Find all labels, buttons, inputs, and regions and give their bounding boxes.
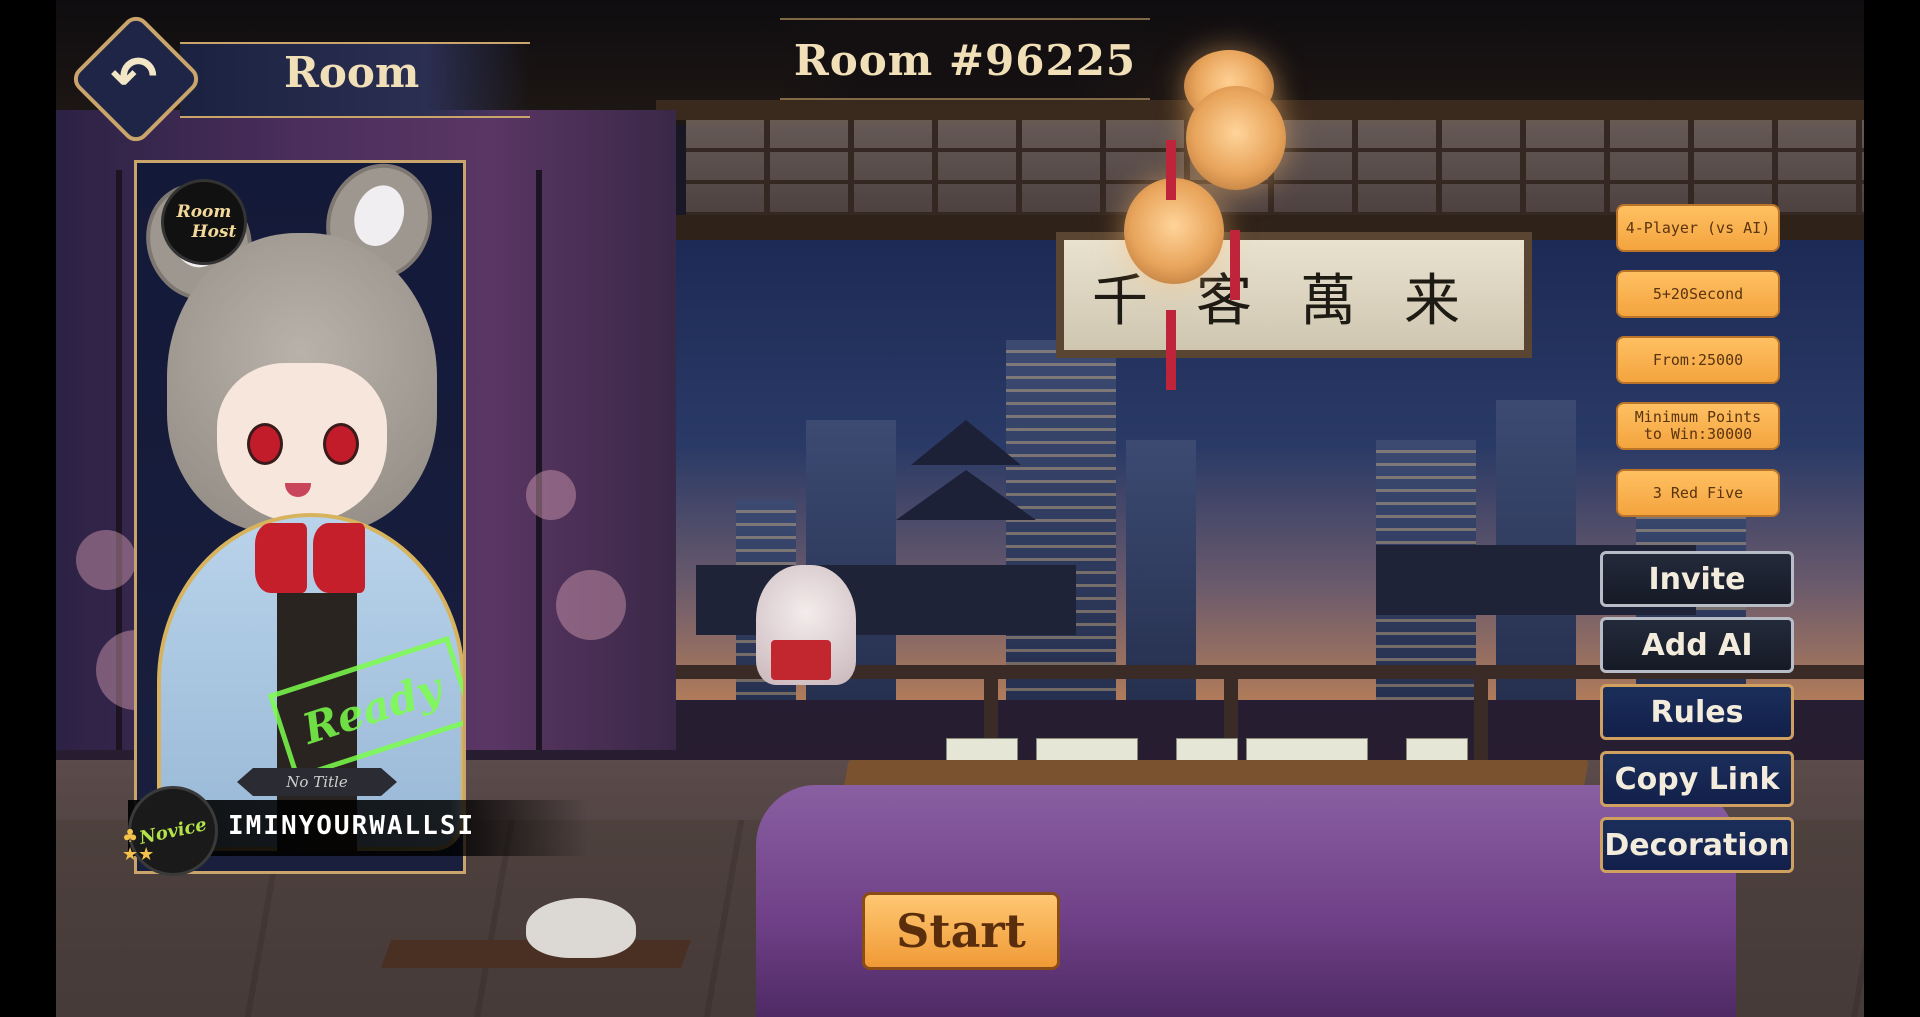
- cherry-blossom: [76, 530, 136, 590]
- back-arrow-icon: ↶: [110, 44, 158, 110]
- lantern-tassel: [1166, 140, 1176, 200]
- section-title: Room: [284, 48, 420, 97]
- back-button[interactable]: ↶: [68, 11, 204, 147]
- teapot: [526, 898, 636, 958]
- bow-loop: [313, 523, 365, 593]
- character-bow: [255, 523, 365, 603]
- player-title-plate: No Title: [237, 768, 397, 796]
- host-badge-line1: Room: [176, 202, 232, 222]
- character-eye: [323, 423, 359, 465]
- cherry-blossom: [556, 570, 626, 640]
- railing-post: [1474, 665, 1488, 775]
- start-button[interactable]: Start: [862, 892, 1060, 970]
- host-badge-line2: Host: [191, 222, 237, 242]
- letterbox-right: [1864, 0, 1920, 1017]
- room-host-badge: Room Host: [161, 179, 247, 265]
- lantern-tassel: [1230, 230, 1240, 300]
- setting-red-fives: 3 Red Five: [1616, 469, 1780, 517]
- cherry-blossom: [526, 470, 576, 520]
- letterbox-left: [0, 0, 56, 1017]
- player-card[interactable]: Room Host Ready No Title: [134, 160, 466, 874]
- player-name: IMINYOURWALLSI: [228, 811, 476, 841]
- character-eye: [247, 423, 283, 465]
- character-face: [217, 363, 387, 523]
- building: [1006, 340, 1116, 700]
- rank-stars-icon: ♣ ★★: [122, 826, 155, 865]
- setting-min-points: Minimum Points to Win:30000: [1616, 402, 1780, 450]
- wall-frame: [536, 170, 542, 750]
- add-ai-button[interactable]: Add AI: [1600, 617, 1794, 673]
- bow-loop: [255, 523, 307, 593]
- building: [1126, 440, 1196, 700]
- pagoda: [896, 470, 1036, 520]
- pagoda: [911, 420, 1021, 465]
- sign-character: 来: [1404, 269, 1460, 334]
- paper-lantern: [1186, 86, 1286, 190]
- room-number-title: Room #96225: [793, 36, 1137, 85]
- rooftops: [696, 565, 1076, 635]
- setting-time-limit: 5+20Second: [1616, 270, 1780, 318]
- setting-player-mode: 4-Player (vs AI): [1616, 204, 1780, 252]
- setting-starting-points: From:25000: [1616, 336, 1780, 384]
- decoration-button[interactable]: Decoration: [1600, 817, 1794, 873]
- rules-button[interactable]: Rules: [1600, 684, 1794, 740]
- copy-link-button[interactable]: Copy Link: [1600, 751, 1794, 807]
- sign-character: 萬: [1300, 269, 1356, 334]
- maneki-neko-bib: [771, 640, 831, 680]
- lantern-tassel: [1166, 310, 1176, 390]
- invite-button[interactable]: Invite: [1600, 551, 1794, 607]
